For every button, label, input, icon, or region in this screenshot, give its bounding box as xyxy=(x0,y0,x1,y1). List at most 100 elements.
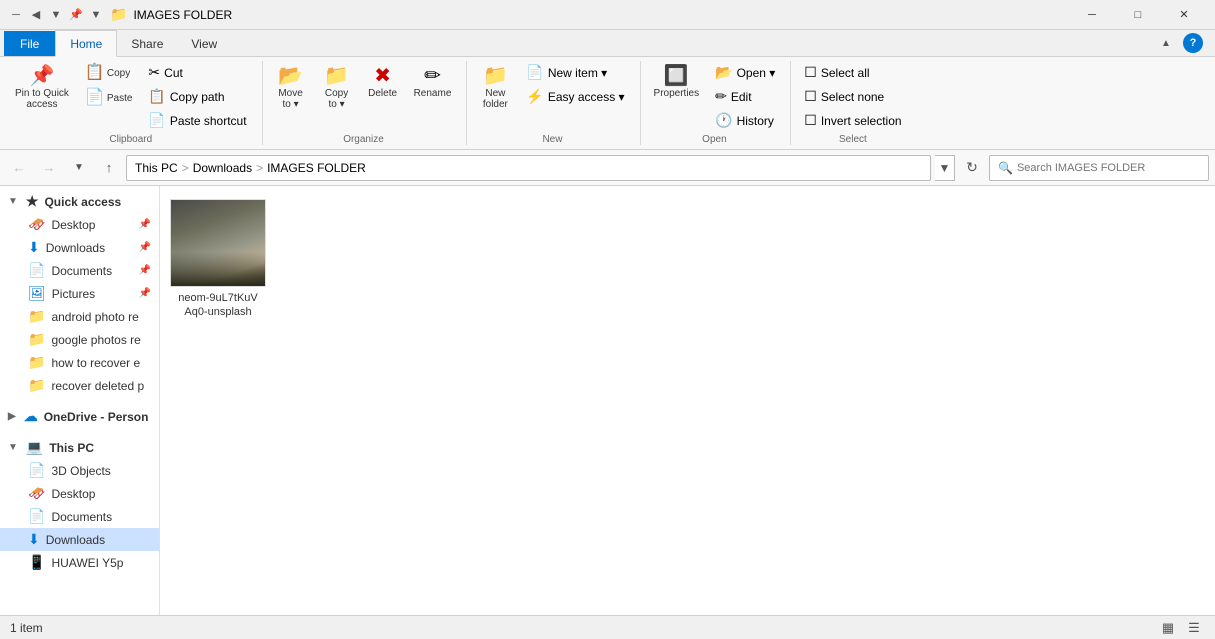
back-button[interactable]: ← xyxy=(6,155,32,181)
pin-indicator3: 📌 xyxy=(139,265,151,276)
open-icon: 📂 xyxy=(715,64,732,81)
large-icons-view-button[interactable]: ▦ xyxy=(1157,617,1179,639)
minimize-icon[interactable]: ─ xyxy=(8,7,24,23)
copy-button[interactable]: 📋 Copy xyxy=(78,61,140,85)
help-btn[interactable]: ? xyxy=(1183,33,1203,53)
paste-shortcut-button[interactable]: 📄 Paste shortcut xyxy=(141,109,253,132)
properties-button[interactable]: 🔲 Properties xyxy=(647,61,707,104)
edit-icon: ✏ xyxy=(715,88,727,105)
search-icon: 🔍 xyxy=(998,161,1013,175)
sidebar-item-documents-quick[interactable]: 📄 Documents 📌 xyxy=(0,259,159,282)
file-thumbnail xyxy=(170,199,266,287)
copy-path-button[interactable]: 📋 Copy path xyxy=(141,85,253,108)
tab-share[interactable]: Share xyxy=(117,31,177,56)
rename-icon: ✏ xyxy=(424,66,441,86)
new-folder-icon: 📁 xyxy=(483,66,508,86)
select-col: ☐ Select all ☐ Select none ☐ Invert sele… xyxy=(797,61,908,132)
documents-icon: 📄 xyxy=(28,262,45,279)
address-dropdown-button[interactable]: ▼ xyxy=(935,155,955,181)
invert-selection-button[interactable]: ☐ Invert selection xyxy=(797,109,908,132)
recover-folder-icon: 📁 xyxy=(28,377,45,394)
sidebar-how-to-label: how to recover e xyxy=(51,356,140,370)
sidebar-google-label: google photos re xyxy=(51,333,140,347)
desktop-pc-icon: 🛷 xyxy=(28,485,45,502)
copy-to-button[interactable]: 📁 Copyto ▾ xyxy=(315,61,359,115)
up-button[interactable]: ↑ xyxy=(96,155,122,181)
how-to-folder-icon: 📁 xyxy=(28,354,45,371)
sidebar-item-desktop-quick[interactable]: 🛷 Desktop 📌 xyxy=(0,213,159,236)
copy-path-icon: 📋 xyxy=(148,88,165,105)
sidebar-documents-label: Documents xyxy=(51,264,112,278)
window-maximize-button[interactable]: □ xyxy=(1115,0,1161,30)
select-all-button[interactable]: ☐ Select all xyxy=(797,61,908,84)
ribbon-expand-btn[interactable]: ▲ xyxy=(1153,30,1179,56)
sidebar-item-3d-objects[interactable]: 📄 3D Objects xyxy=(0,459,159,482)
clipboard-label: Clipboard xyxy=(8,132,254,145)
address-path[interactable]: This PC > Downloads > IMAGES FOLDER xyxy=(126,155,931,181)
delete-button[interactable]: ✖ Delete xyxy=(361,61,405,104)
search-box[interactable]: 🔍 xyxy=(989,155,1209,181)
sidebar-item-how-to[interactable]: 📁 how to recover e xyxy=(0,351,159,374)
downloads-icon: ⬇ xyxy=(28,239,40,256)
sidebar-item-huawei[interactable]: 📱 HUAWEI Y5p xyxy=(0,551,159,574)
tab-file[interactable]: File xyxy=(4,31,55,56)
ribbon: File Home Share View ▲ ? 📌 Pin to Quick … xyxy=(0,30,1215,150)
sidebar-section-quick-access[interactable]: ▼ ★ Quick access xyxy=(0,190,159,213)
sidebar-item-downloads-quick[interactable]: ⬇ Downloads 📌 xyxy=(0,236,159,259)
main-area: ▼ ★ Quick access 🛷 Desktop 📌 ⬇ Downloads… xyxy=(0,186,1215,615)
cut-button[interactable]: ✂ Cut xyxy=(141,61,253,84)
sidebar-section-thispc[interactable]: ▼ 💻 This PC xyxy=(0,436,159,459)
sidebar-huawei-label: HUAWEI Y5p xyxy=(51,556,123,570)
sidebar-item-downloads-pc[interactable]: ⬇ Downloads xyxy=(0,528,159,551)
select-none-button[interactable]: ☐ Select none xyxy=(797,85,908,108)
sidebar-section-onedrive[interactable]: ▶ ☁ OneDrive - Person xyxy=(0,405,159,428)
sidebar-item-android[interactable]: 📁 android photo re xyxy=(0,305,159,328)
paste-shortcut-icon: 📄 xyxy=(148,112,165,129)
documents-pc-icon: 📄 xyxy=(28,508,45,525)
easy-access-button[interactable]: ⚡ Easy access ▾ xyxy=(519,85,631,108)
sidebar-item-recover[interactable]: 📁 recover deleted p xyxy=(0,374,159,397)
edit-button[interactable]: ✏ Edit xyxy=(708,85,782,108)
sidebar-item-google[interactable]: 📁 google photos re xyxy=(0,328,159,351)
window-minimize-button[interactable]: ─ xyxy=(1069,0,1115,30)
forward-button[interactable]: → xyxy=(36,155,62,181)
recent-locations-button[interactable]: ▼ xyxy=(66,155,92,181)
tab-home[interactable]: Home xyxy=(55,30,117,57)
back-icon[interactable]: ◀ xyxy=(28,7,44,23)
sidebar-item-documents-pc[interactable]: 📄 Documents xyxy=(0,505,159,528)
refresh-button[interactable]: ↻ xyxy=(959,155,985,181)
huawei-icon: 📱 xyxy=(28,554,45,571)
tab-view[interactable]: View xyxy=(177,31,231,56)
open-button[interactable]: 📂 Open ▾ xyxy=(708,61,782,84)
paste-button[interactable]: 📄 Paste xyxy=(78,86,140,110)
new-col: 📄 New item ▾ ⚡ Easy access ▾ xyxy=(519,61,631,108)
new-item-button[interactable]: 📄 New item ▾ xyxy=(519,61,631,84)
downloads-pc-icon: ⬇ xyxy=(28,531,40,548)
file-item[interactable]: neom-9uL7tKuVAq0-unsplash xyxy=(168,194,268,325)
sidebar-item-desktop-pc[interactable]: 🛷 Desktop xyxy=(0,482,159,505)
rename-button[interactable]: ✏ Rename xyxy=(407,61,459,104)
pin-dropdown-icon[interactable]: ▼ xyxy=(88,7,104,23)
details-view-button[interactable]: ☰ xyxy=(1183,617,1205,639)
address-bar: ← → ▼ ↑ This PC > Downloads > IMAGES FOL… xyxy=(0,150,1215,186)
path-downloads: Downloads xyxy=(193,161,252,175)
android-folder-icon: 📁 xyxy=(28,308,45,325)
history-button[interactable]: 🕐 History xyxy=(708,109,782,132)
open-label: Open xyxy=(647,132,783,145)
new-folder-button[interactable]: 📁 Newfolder xyxy=(473,61,517,115)
pin-indicator: 📌 xyxy=(139,219,151,230)
pin-icon[interactable]: 📌 xyxy=(68,7,84,23)
history-icon: 🕐 xyxy=(715,112,732,129)
select-none-icon: ☐ xyxy=(804,88,817,105)
dropdown-icon[interactable]: ▼ xyxy=(48,7,64,23)
ribbon-group-organize: 📂 Moveto ▾ 📁 Copyto ▾ ✖ Delete ✏ Rename … xyxy=(269,61,468,145)
window-close-button[interactable]: ✕ xyxy=(1161,0,1207,30)
pin-to-quick-access-button[interactable]: 📌 Pin to Quick access xyxy=(8,61,76,115)
pin-indicator4: 📌 xyxy=(139,288,151,299)
sidebar-item-pictures-quick[interactable]: 🖼 Pictures 📌 xyxy=(0,282,159,305)
sidebar: ▼ ★ Quick access 🛷 Desktop 📌 ⬇ Downloads… xyxy=(0,186,160,615)
3d-icon: 📄 xyxy=(28,462,45,479)
move-to-button[interactable]: 📂 Moveto ▾ xyxy=(269,61,313,115)
window-controls: ─ □ ✕ xyxy=(1069,0,1207,30)
search-input[interactable] xyxy=(1017,162,1200,174)
